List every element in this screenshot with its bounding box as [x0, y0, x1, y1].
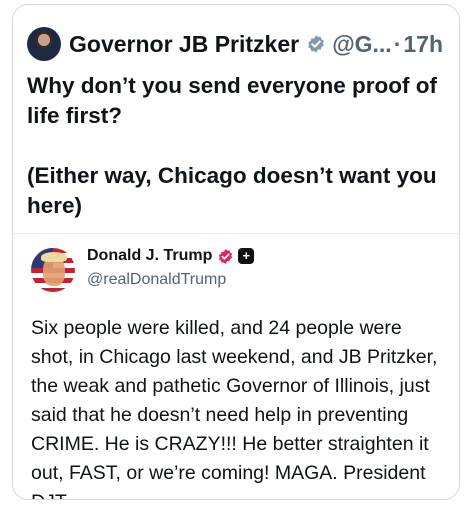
quoted-text-line: out, FAST, or we’re coming! MAGA. Presid…	[31, 462, 426, 484]
plus-icon: +	[238, 248, 255, 264]
quoted-text-line: Six people were killed, and 24 people we…	[31, 317, 402, 339]
post-text-paragraph: (Either way, Chicago doesn’t want you he…	[27, 163, 437, 218]
avatar[interactable]	[27, 27, 61, 61]
post-text: Why don’t you send everyone proof of lif…	[27, 71, 443, 221]
quoted-text-line: the weak and pathetic Governor of Illino…	[31, 375, 430, 397]
quoted-author-handle[interactable]: @realDonaldTrump	[87, 270, 254, 290]
verified-badge-icon	[308, 35, 324, 53]
pink-verified-icon	[219, 248, 233, 264]
quoted-post[interactable]: Donald J. Trump + @realDonaldTrump Six p…	[13, 234, 459, 499]
author-handle[interactable]: @G...	[332, 31, 392, 58]
quoted-post-text: Six people were killed, and 24 people we…	[31, 314, 443, 499]
quoted-text-line: shot, in Chicago last weekend, and JB Pr…	[31, 346, 438, 368]
post-timestamp[interactable]: 17h	[403, 31, 443, 58]
quoted-author-name[interactable]: Donald J. Trump	[87, 246, 212, 266]
author-name[interactable]: Governor JB Pritzker	[69, 31, 299, 58]
quoted-text-line: DJT	[31, 488, 443, 499]
quoted-avatar[interactable]	[31, 248, 75, 292]
post-card[interactable]: Governor JB Pritzker @G... · 17h Why don…	[12, 4, 460, 500]
quoted-text-line: CRIME. He is CRAZY!!! He better straight…	[31, 433, 429, 455]
post[interactable]: Governor JB Pritzker @G... · 17h Why don…	[13, 5, 459, 221]
post-text-paragraph: Why don’t you send everyone proof of lif…	[27, 73, 438, 128]
quoted-post-header: Donald J. Trump + @realDonaldTrump	[31, 244, 443, 292]
post-header: Governor JB Pritzker @G... · 17h	[27, 27, 443, 61]
quoted-text-line: said that he doesn’t need help in preven…	[31, 404, 409, 426]
separator-dot: ·	[393, 30, 402, 57]
